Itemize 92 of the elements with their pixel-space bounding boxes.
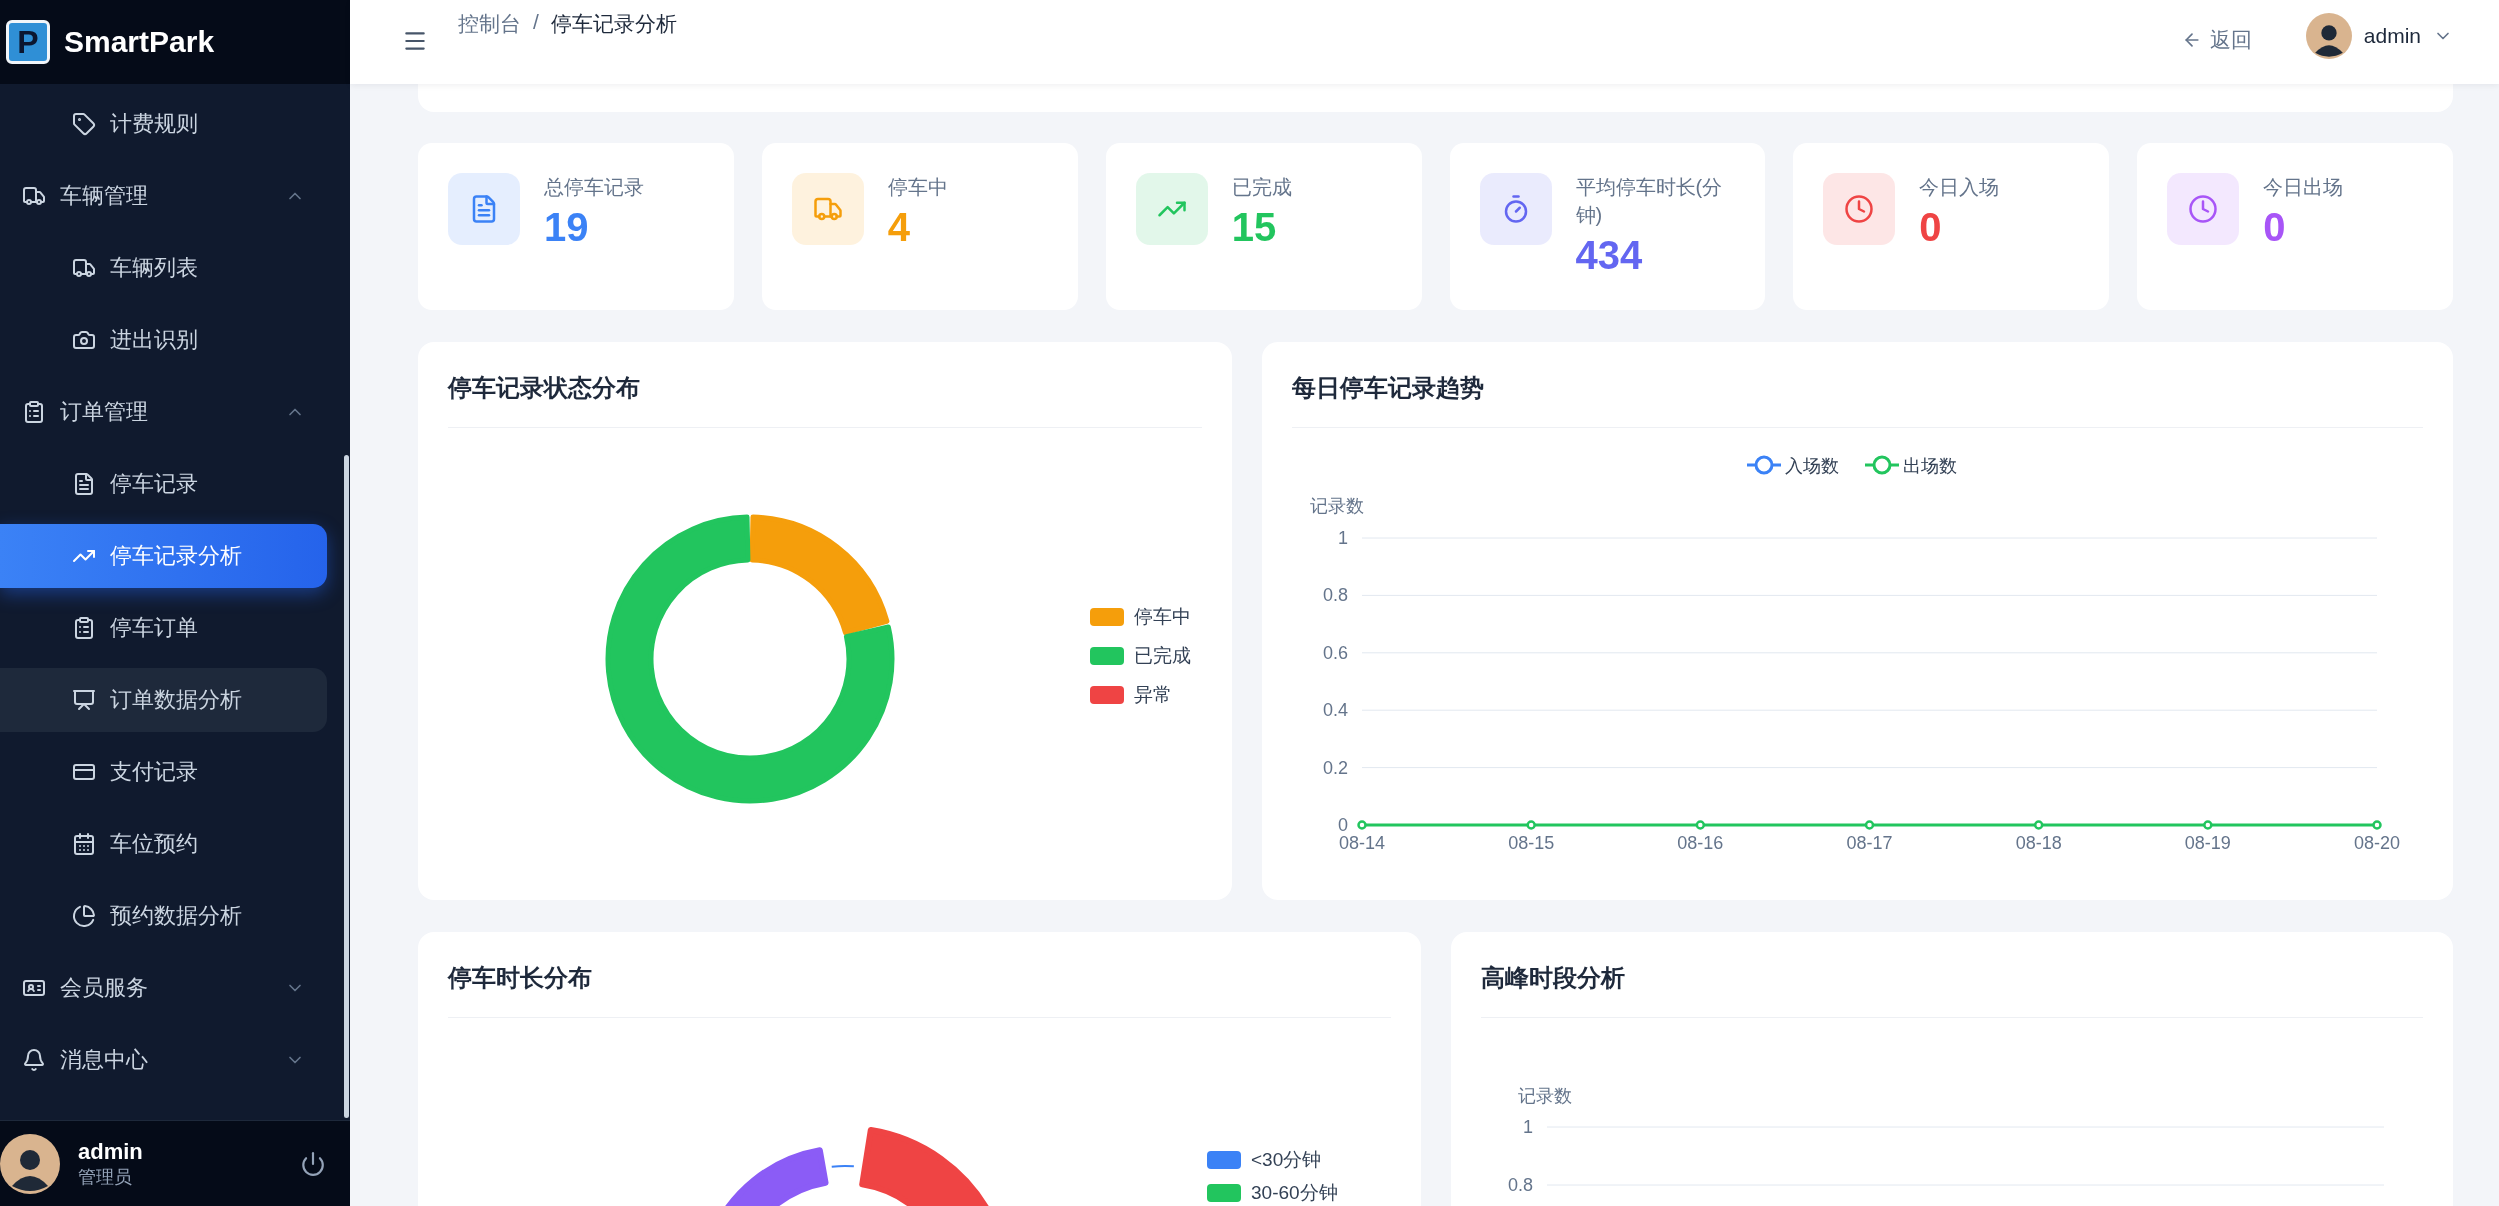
menu-item[interactable]: 车辆列表: [0, 236, 327, 300]
stat-value: 0: [2263, 205, 2287, 250]
axis-title: 记录数: [1310, 496, 1365, 516]
menu-item[interactable]: 计费规则: [0, 92, 327, 156]
axis-tick-label: 08-18: [2016, 833, 2063, 853]
data-point: [2034, 820, 2044, 830]
card-title: 停车记录状态分布: [448, 342, 1203, 428]
brand-name: SmartPark: [64, 25, 215, 59]
axis-tick-label: 08-14: [1339, 833, 1386, 853]
axis-tick-label: 1: [1522, 1117, 1533, 1137]
legend-swatch: [1090, 647, 1124, 665]
stat-label: 今日入场: [1919, 175, 2000, 200]
stat-value: 15: [1231, 205, 1278, 250]
legend-line-icon: [1865, 455, 1900, 475]
user-role: 管理员: [78, 1165, 133, 1189]
axis-tick-label: 1: [1338, 528, 1349, 548]
tag-icon: [72, 112, 96, 136]
power-icon[interactable]: [300, 1150, 326, 1177]
data-point: [2372, 820, 2383, 830]
menu-item[interactable]: 预约数据分析: [0, 884, 327, 948]
data-point: [1865, 820, 1875, 830]
stat-label: 总停车记录: [544, 175, 644, 200]
legend-label: 30-60分钟: [1251, 1182, 1338, 1203]
menu-item[interactable]: 支付记录: [0, 740, 327, 804]
card-title: 高峰时段分析: [1480, 932, 2423, 1018]
truck-icon: [22, 184, 46, 208]
stat-value: 434: [1575, 233, 1644, 278]
menu-item[interactable]: 停车订单: [0, 596, 327, 660]
breadcrumb-item: 停车记录分析: [550, 11, 677, 37]
clipboard-icon: [72, 616, 96, 640]
scrollbar-thumb[interactable]: [344, 455, 349, 1118]
card-title: 停车时长分布: [448, 932, 1391, 1018]
avatar-icon: [2305, 13, 2352, 59]
axis-title: 记录数: [1517, 1086, 1572, 1106]
clock-icon: [1844, 194, 1875, 224]
user-name: admin: [78, 1138, 144, 1165]
stat-label: 今日出场: [2263, 175, 2344, 200]
axis-tick-label: 0.6: [1323, 642, 1349, 663]
legend-label: 入场数: [1785, 456, 1840, 476]
user-menu-button[interactable]: admin: [2305, 13, 2453, 59]
axis-tick-label: 0.8: [1507, 1175, 1533, 1195]
axis-tick-label: 08-20: [2354, 833, 2401, 853]
menu-item[interactable]: 进出识别: [0, 308, 327, 372]
legend-swatch: [1090, 686, 1124, 704]
menu-group[interactable]: 消息中心: [0, 1028, 327, 1092]
stat-value: 4: [887, 205, 912, 250]
clock-icon: [2188, 194, 2219, 224]
calendar-icon: [72, 832, 96, 856]
stat-label: 已完成: [1231, 175, 1292, 200]
bell-icon: [22, 1048, 46, 1072]
pie-chart-icon: [72, 904, 96, 928]
data-point: [2203, 820, 2213, 830]
data-point: [1695, 820, 1706, 830]
legend-swatch: [1090, 608, 1124, 626]
stat-label: 停车中: [887, 175, 948, 200]
legend-label: 出场数: [1903, 456, 1958, 476]
menu-group[interactable]: 订单管理: [0, 380, 327, 444]
legend-label: 异常: [1134, 684, 1172, 705]
axis-tick-label: 0: [1338, 815, 1349, 835]
menu-group[interactable]: 会员服务: [0, 956, 327, 1020]
menu-item[interactable]: 停车记录分析: [0, 524, 327, 588]
menu-item[interactable]: 车位预约: [0, 812, 327, 876]
menu-group[interactable]: 车辆管理: [0, 164, 327, 228]
camera-icon: [72, 328, 96, 352]
donut-segment: [831, 1165, 854, 1168]
legend-label: <30分钟: [1251, 1149, 1322, 1170]
legend-label: 已完成: [1134, 645, 1191, 666]
axis-tick-label: 0.8: [1323, 585, 1349, 606]
truck-icon: [72, 256, 96, 280]
legend-line-icon: [1747, 455, 1782, 475]
axis-tick-label: 08-15: [1508, 833, 1555, 853]
axis-tick-label: 08-19: [2185, 833, 2232, 853]
breadcrumb-item[interactable]: 控制台: [458, 10, 521, 38]
document-icon: [72, 472, 96, 496]
data-point: [1357, 820, 1368, 830]
stat-value: 0: [1919, 205, 1943, 250]
data-point: [1526, 820, 1537, 830]
menu-item[interactable]: 订单数据分析: [0, 668, 327, 732]
breadcrumb-separator: /: [533, 10, 539, 35]
clipboard-icon: [22, 400, 46, 424]
axis-tick-label: 0.4: [1323, 700, 1349, 721]
axis-tick-label: 0.2: [1323, 757, 1349, 778]
presentation-board-icon: [72, 688, 96, 712]
stat-value: 19: [544, 205, 590, 250]
axis-tick-label: 08-16: [1677, 833, 1724, 853]
legend-label: 停车中: [1134, 606, 1191, 627]
logo-mark: P: [6, 20, 50, 64]
card-title: 每日停车记录趋势: [1292, 342, 2423, 428]
menu-item[interactable]: 停车记录: [0, 452, 327, 516]
back-link[interactable]: 返回: [2181, 26, 2252, 54]
axis-tick-label: 08-17: [1846, 833, 1893, 853]
stat-label: 平均停车时长(分钟): [1575, 175, 1724, 228]
